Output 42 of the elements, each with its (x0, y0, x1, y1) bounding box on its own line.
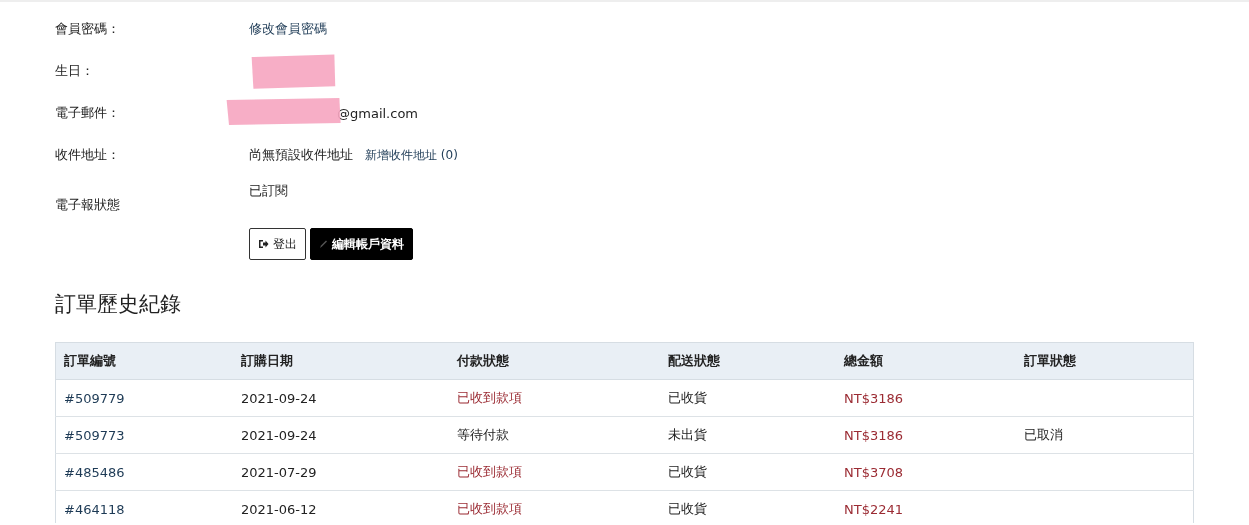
table-cell: 已收貨 (668, 501, 707, 516)
field-value: 尚無預設收件地址 (249, 146, 353, 164)
logout-button[interactable]: 登出 (249, 228, 306, 260)
column-header: 訂購日期 (233, 342, 449, 380)
payment-status: 已收到款項 (457, 501, 522, 516)
table-cell: 未出貨 (668, 427, 707, 442)
payment-status: 已收到款項 (457, 390, 522, 405)
table-cell: 已收貨 (668, 390, 707, 405)
table-cell: 2021-06-12 (241, 501, 317, 517)
column-header: 訂單編號 (55, 342, 233, 380)
order-number-link[interactable]: #485486 (64, 464, 125, 480)
field-label: 會員密碼： (55, 20, 121, 38)
table-cell: 2021-07-29 (241, 464, 317, 480)
field-label: 生日： (55, 62, 95, 80)
payment-status: 等待付款 (457, 427, 509, 442)
table-cell: 已收貨 (668, 464, 707, 479)
order-number-link[interactable]: #509779 (64, 390, 125, 406)
table-cell: NT$3708 (844, 464, 904, 480)
table-cell: NT$3186 (844, 390, 904, 406)
table-cell: 2021-09-24 (241, 390, 317, 406)
column-header: 訂單狀態 (1016, 342, 1194, 380)
add-address-link[interactable]: 新增收件地址 (0) (365, 146, 458, 164)
pencil-icon (319, 239, 328, 249)
payment-status: 已收到款項 (457, 464, 522, 479)
table-cell: 已取消 (1024, 427, 1063, 442)
table-cell: 2021-09-24 (241, 427, 317, 443)
sign-out-icon (258, 239, 269, 249)
field-label: 電子報狀態 (55, 196, 121, 214)
field-value: 已訂閱 (249, 182, 288, 200)
change-password-link[interactable]: 修改會員密碼 (249, 20, 327, 38)
edit-account-button[interactable]: 編輯帳戶資料 (310, 228, 413, 260)
field-label: 電子郵件： (55, 104, 121, 122)
column-header: 總金額 (836, 342, 1016, 380)
order-number-link[interactable]: #464118 (64, 501, 125, 517)
column-header: 付款狀態 (449, 342, 660, 380)
table-cell: NT$2241 (844, 501, 904, 517)
section-title: 訂單歷史紀錄 (55, 291, 182, 318)
field-value: @gmail.com (337, 105, 418, 121)
column-header: 配送狀態 (660, 342, 836, 380)
order-number-link[interactable]: #509773 (64, 427, 125, 443)
table-cell: NT$3186 (844, 427, 904, 443)
field-label: 收件地址： (55, 146, 121, 164)
